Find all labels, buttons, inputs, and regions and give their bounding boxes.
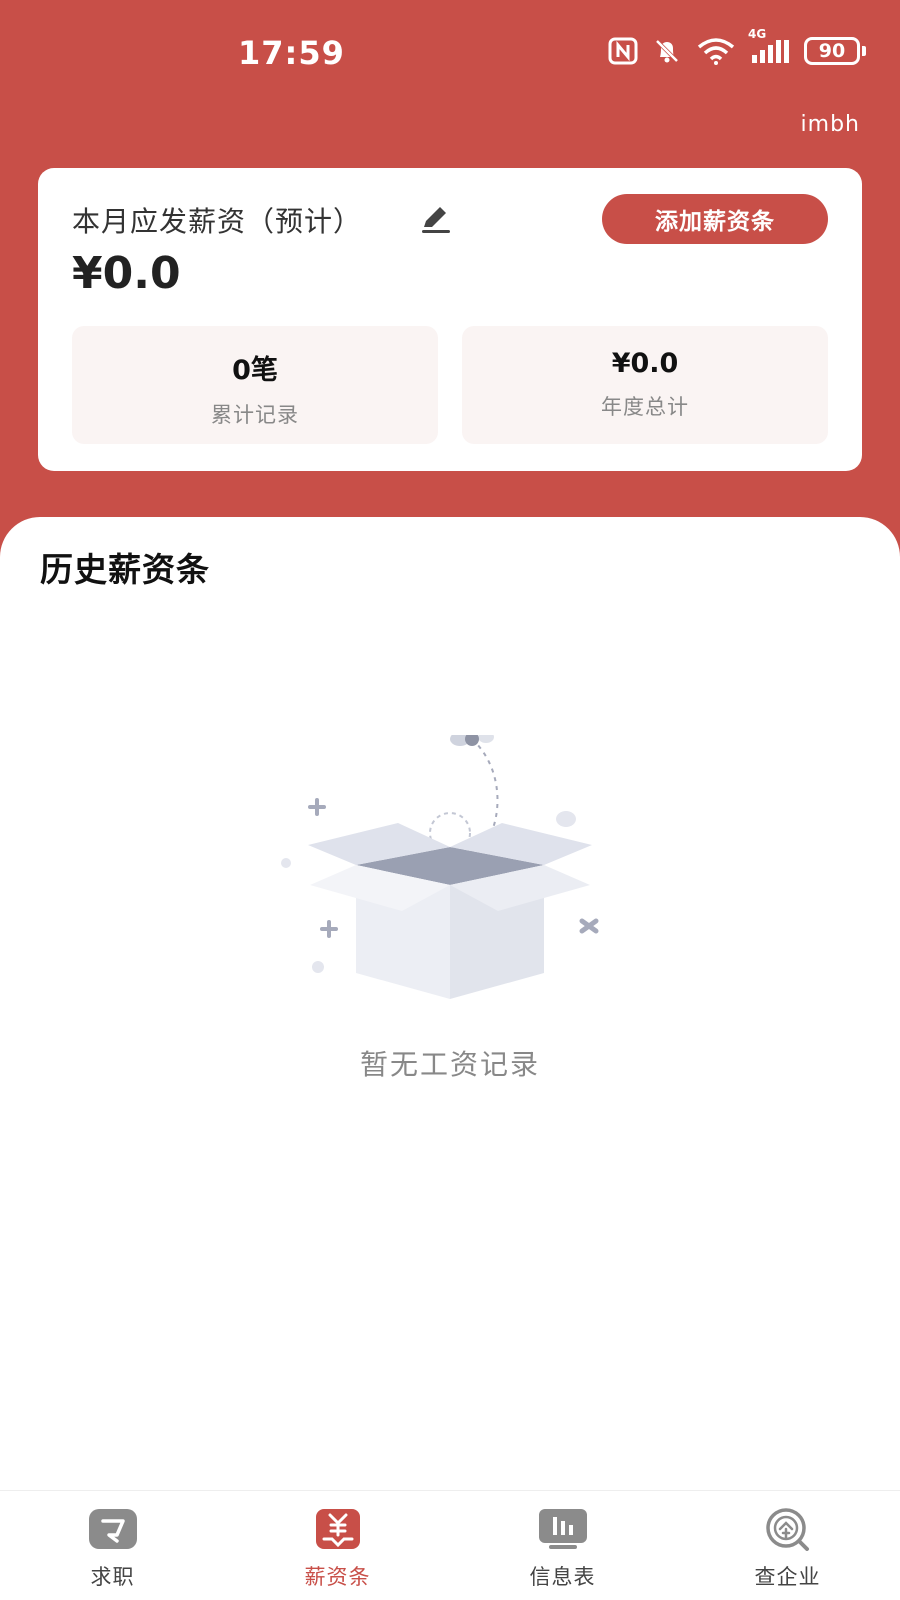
bottom-nav: 求职 薪资条 信息表 查企业 (0, 1490, 900, 1600)
battery-tip (862, 46, 866, 56)
signal-icon: 4G (748, 27, 790, 65)
nav-item-job[interactable]: 求职 (0, 1491, 225, 1600)
history-panel: 历史薪资条 暂无工资记录 (0, 517, 900, 1490)
salary-summary-card: 本月应发薪资（预计） 添加薪资条 ¥0.0 0笔 累计记录 ¥0.0 年度总计 (38, 168, 862, 471)
empty-state-text: 暂无工资记录 (359, 1048, 540, 1081)
stat-value: 0笔 (232, 355, 278, 386)
network-type: 4G (748, 27, 767, 41)
company-search-icon (762, 1507, 814, 1551)
stat-label: 累计记录 (211, 403, 299, 427)
nav-label: 信息表 (529, 1565, 596, 1589)
stat-annual-total: ¥0.0 年度总计 (462, 326, 828, 444)
battery-icon: 90 (804, 37, 866, 65)
nav-item-company[interactable]: 查企业 (675, 1491, 900, 1600)
month-salary-amount: ¥0.0 (72, 248, 181, 299)
stat-value: ¥0.0 (611, 348, 679, 379)
edit-icon[interactable] (418, 200, 454, 240)
nav-item-salary[interactable]: 薪资条 (225, 1491, 450, 1600)
info-table-icon (537, 1507, 589, 1551)
empty-box-icon (270, 731, 630, 1039)
wifi-icon (696, 37, 736, 65)
nav-label: 薪资条 (304, 1565, 371, 1589)
status-bar: 17:59 4G 90 (0, 0, 900, 100)
stat-label: 年度总计 (601, 395, 689, 419)
nav-label: 查企业 (754, 1565, 821, 1589)
salary-icon (312, 1507, 364, 1551)
battery-level: 90 (804, 37, 860, 65)
month-salary-label: 本月应发薪资（预计） (72, 205, 363, 238)
bell-mute-icon (652, 36, 682, 66)
nfc-icon (608, 37, 638, 65)
nav-item-info-table[interactable]: 信息表 (450, 1491, 675, 1600)
add-payslip-button[interactable]: 添加薪资条 (602, 194, 828, 244)
job-icon (87, 1507, 139, 1551)
user-name[interactable]: imbh (801, 112, 860, 137)
history-title: 历史薪资条 (40, 550, 210, 589)
status-icons: 4G 90 (608, 27, 866, 66)
stat-record-count: 0笔 累计记录 (72, 326, 438, 444)
nav-label: 求职 (90, 1565, 135, 1589)
status-time: 17:59 (238, 34, 345, 72)
